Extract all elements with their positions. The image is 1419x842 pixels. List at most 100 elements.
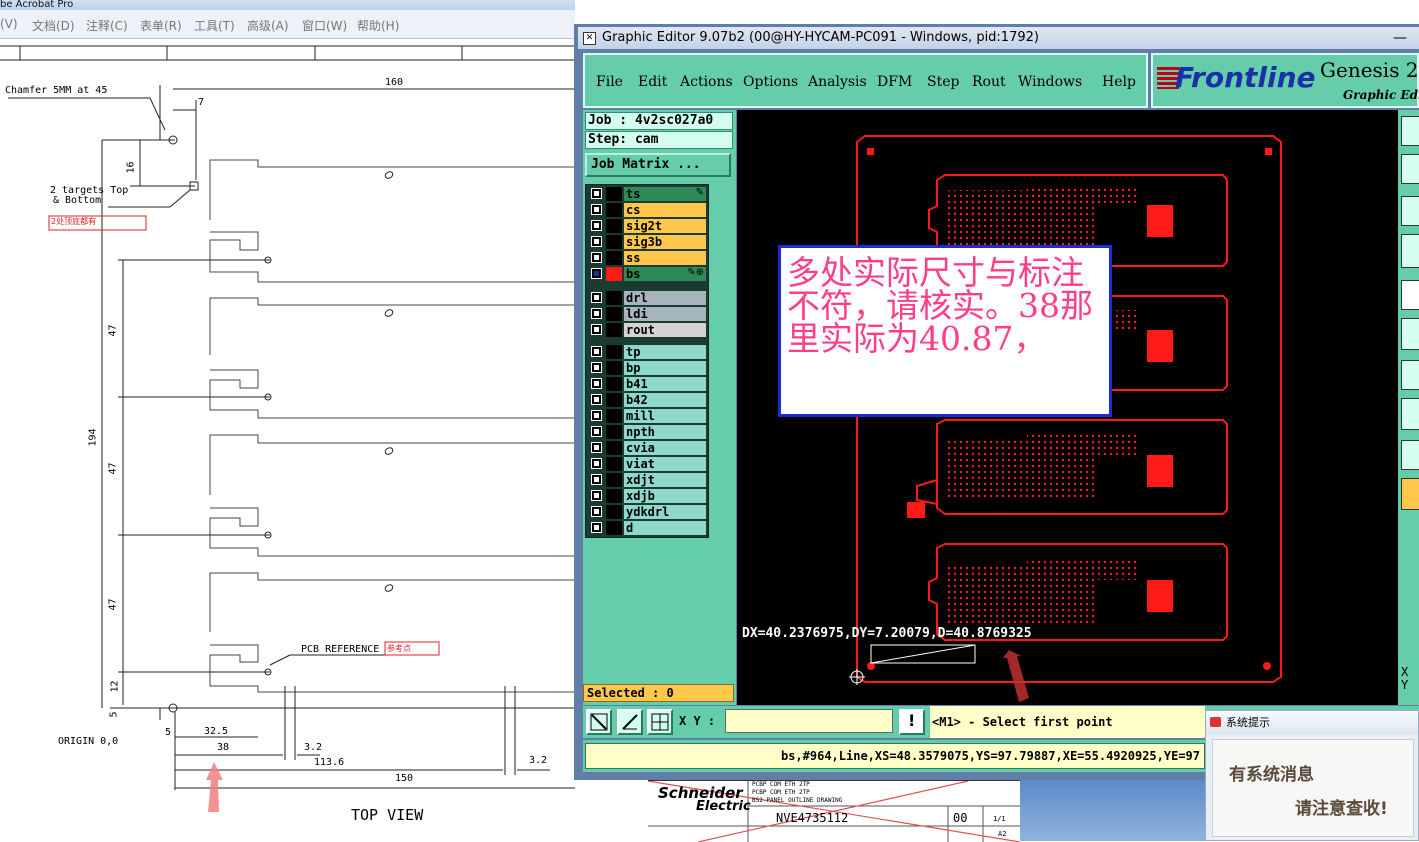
- tool-circle-icon[interactable]: [1401, 398, 1419, 430]
- layer-row-sig3b[interactable]: sig3b: [588, 235, 706, 249]
- zoom-area-icon[interactable]: [586, 709, 612, 735]
- layer-row-rout[interactable]: rout: [588, 323, 706, 337]
- layer-color-swatch[interactable]: [606, 505, 622, 519]
- tool-copy-icon[interactable]: [1401, 196, 1419, 226]
- tool-triangle-icon[interactable]: [1401, 360, 1419, 390]
- layer-color-swatch[interactable]: [606, 489, 622, 503]
- layer-row-xdjt[interactable]: xdjt: [588, 473, 706, 487]
- layer-checkbox[interactable]: [591, 410, 602, 421]
- layer-checkbox[interactable]: [591, 506, 602, 517]
- acrobat-menu-window[interactable]: 窗口(W): [302, 17, 347, 34]
- acrobat-menu-forms[interactable]: 表单(R): [140, 17, 182, 34]
- menu-analysis[interactable]: Analysis: [808, 74, 867, 90]
- job-matrix-button[interactable]: Job Matrix ...: [585, 153, 731, 177]
- acrobat-menu-help[interactable]: 帮助(H): [357, 17, 399, 34]
- alert-icon[interactable]: !: [899, 709, 925, 735]
- layer-color-swatch[interactable]: [606, 235, 622, 249]
- layer-checkbox[interactable]: [591, 394, 602, 405]
- layer-row-cs[interactable]: cs: [588, 203, 706, 217]
- layer-checkbox[interactable]: [591, 268, 602, 279]
- genesis-title-bar[interactable]: ✕ Graphic Editor 9.07b2 (00@HY-HYCAM-PC0…: [578, 27, 1419, 49]
- tool-align-icon[interactable]: [1401, 234, 1419, 268]
- layer-color-swatch[interactable]: [606, 473, 622, 487]
- layer-color-swatch[interactable]: [606, 251, 622, 265]
- layer-color-swatch[interactable]: [606, 441, 622, 455]
- menu-help[interactable]: Help: [1102, 74, 1136, 90]
- layer-checkbox[interactable]: [591, 236, 602, 247]
- acrobat-menu-view[interactable]: (V): [0, 17, 18, 31]
- layer-row-cvia[interactable]: cvia: [588, 441, 706, 455]
- tool-new-icon[interactable]: [1401, 116, 1419, 146]
- menu-step[interactable]: Step: [927, 74, 959, 90]
- grid-icon[interactable]: [647, 709, 673, 735]
- layer-checkbox[interactable]: [591, 346, 602, 357]
- layer-row-d[interactable]: d: [588, 521, 706, 535]
- layer-row-b41[interactable]: b41: [588, 377, 706, 391]
- tool-snap-icon[interactable]: [1401, 280, 1419, 310]
- layer-color-swatch[interactable]: [606, 425, 622, 439]
- layer-row-drl[interactable]: drl: [588, 291, 706, 305]
- minimize-button[interactable]: —: [1393, 27, 1407, 49]
- layer-checkbox[interactable]: [591, 378, 602, 389]
- tool-layers-icon[interactable]: [1401, 154, 1419, 184]
- layer-row-mill[interactable]: mill: [588, 409, 706, 423]
- layer-color-swatch[interactable]: [606, 323, 622, 337]
- layer-row-bs[interactable]: bs ✎⊕: [588, 267, 706, 281]
- layer-checkbox[interactable]: [591, 324, 602, 335]
- layer-row-viat[interactable]: viat: [588, 457, 706, 471]
- layer-row-npth[interactable]: npth: [588, 425, 706, 439]
- layer-checkbox[interactable]: [591, 292, 602, 303]
- layer-color-swatch[interactable]: [606, 521, 622, 535]
- acrobat-menu-advanced[interactable]: 高级(A): [247, 17, 289, 34]
- layer-checkbox[interactable]: [591, 474, 602, 485]
- layer-color-swatch[interactable]: [606, 377, 622, 391]
- layer-row-ts[interactable]: ts ✎: [588, 187, 706, 201]
- layer-color-swatch[interactable]: [606, 203, 622, 217]
- layer-color-swatch[interactable]: [606, 219, 622, 233]
- measure-angle-icon[interactable]: [617, 709, 643, 735]
- layer-color-swatch[interactable]: [606, 457, 622, 471]
- layer-color-swatch[interactable]: [606, 307, 622, 321]
- layer-row-xdjb[interactable]: xdjb: [588, 489, 706, 503]
- menu-edit[interactable]: Edit: [638, 74, 667, 90]
- layer-checkbox[interactable]: [591, 442, 602, 453]
- layer-color-swatch[interactable]: [606, 345, 622, 359]
- layer-color-swatch[interactable]: [606, 393, 622, 407]
- layer-row-ss[interactable]: ss: [588, 251, 706, 265]
- layer-color-swatch[interactable]: [606, 409, 622, 423]
- menu-options[interactable]: Options: [743, 74, 798, 90]
- menu-rout[interactable]: Rout: [972, 74, 1006, 90]
- layer-checkbox[interactable]: [591, 522, 602, 533]
- layer-checkbox[interactable]: [591, 220, 602, 231]
- acrobat-menu-comment[interactable]: 注释(C): [86, 17, 128, 34]
- tool-warning-icon[interactable]: [1401, 440, 1419, 470]
- layer-checkbox[interactable]: [591, 252, 602, 263]
- system-notification[interactable]: 系统提示 有系统消息 请注意查收!: [1205, 710, 1419, 841]
- tool-link-icon[interactable]: [1401, 318, 1419, 350]
- menu-windows[interactable]: Windows: [1018, 74, 1082, 90]
- layer-checkbox[interactable]: [591, 204, 602, 215]
- layer-color-swatch[interactable]: [606, 187, 622, 201]
- layer-color-swatch[interactable]: [606, 361, 622, 375]
- menu-dfm[interactable]: DFM: [877, 74, 912, 90]
- layer-row-ldi[interactable]: ldi: [588, 307, 706, 321]
- layer-color-swatch[interactable]: [606, 291, 622, 305]
- layer-checkbox[interactable]: [591, 426, 602, 437]
- xy-coordinate-input[interactable]: [725, 709, 893, 733]
- layer-checkbox[interactable]: [591, 362, 602, 373]
- window-menu-icon[interactable]: ✕: [583, 32, 596, 45]
- layer-row-bp[interactable]: bp: [588, 361, 706, 375]
- layer-row-tp[interactable]: tp: [588, 345, 706, 359]
- menu-actions[interactable]: Actions: [680, 74, 733, 90]
- tool-highlight-icon[interactable]: [1401, 478, 1419, 510]
- layer-checkbox[interactable]: [591, 458, 602, 469]
- acrobat-menu-tools[interactable]: 工具(T): [194, 17, 235, 34]
- acrobat-menu-document[interactable]: 文档(D): [32, 17, 75, 34]
- layer-checkbox[interactable]: [591, 490, 602, 501]
- layer-color-swatch[interactable]: [606, 267, 622, 281]
- layer-checkbox[interactable]: [591, 188, 602, 199]
- layer-row-b42[interactable]: b42: [588, 393, 706, 407]
- layer-row-sig2t[interactable]: sig2t: [588, 219, 706, 233]
- menu-file[interactable]: File: [596, 74, 623, 90]
- layer-checkbox[interactable]: [591, 308, 602, 319]
